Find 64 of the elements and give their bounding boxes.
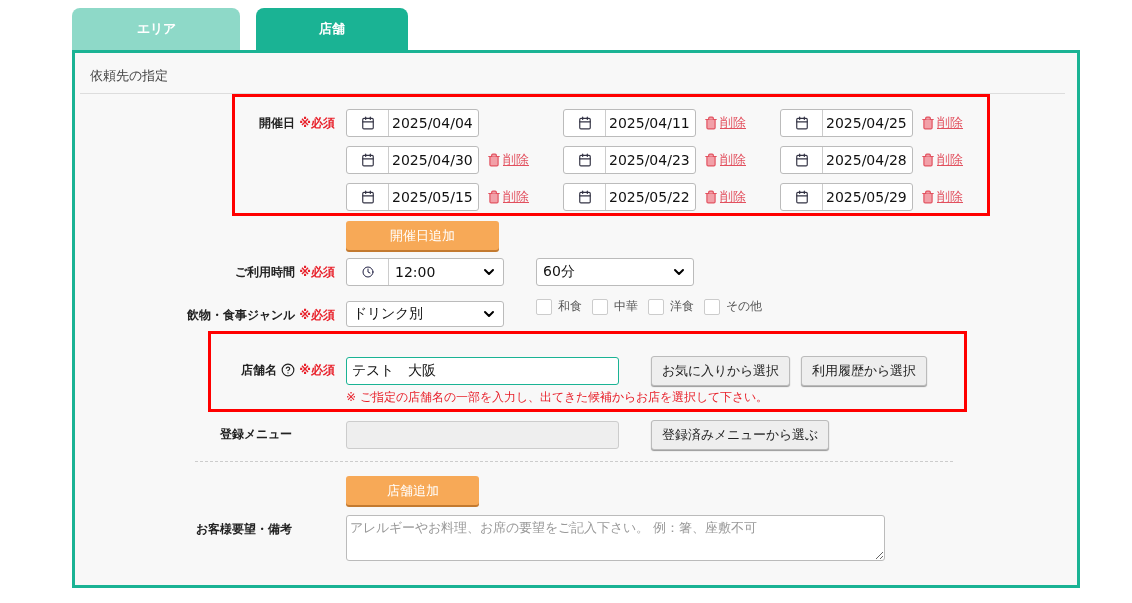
trash-icon xyxy=(921,190,935,204)
date-field[interactable]: 2025/04/25 xyxy=(780,109,913,137)
calendar-icon xyxy=(577,153,592,167)
date-field[interactable]: 2025/05/29 xyxy=(780,183,913,211)
section-title: 依頼先の指定 xyxy=(80,67,1065,94)
required-mark: ※必須 xyxy=(299,361,335,379)
field-label: お客様要望・備考 xyxy=(196,520,292,538)
date-field[interactable]: 2025/04/04 xyxy=(346,109,479,137)
hint-text: ※ ご指定の店舗名の一部を入力し、出てきた候補からお店を選択して下さい。 xyxy=(346,389,769,406)
trash-icon xyxy=(921,153,935,167)
calendar-icon xyxy=(360,190,375,204)
required-mark: ※必須 xyxy=(299,263,335,281)
delete-link[interactable]: 削除 xyxy=(921,114,963,132)
remarks-field[interactable]: アレルギーやお料理、お席の要望をご記入下さい。 例：箸、座敷不可 xyxy=(346,515,885,561)
trash-icon xyxy=(704,190,718,204)
date-field[interactable]: 2025/04/28 xyxy=(780,146,913,174)
favorites-button[interactable]: お気に入りから選択 xyxy=(651,356,790,386)
trash-icon xyxy=(704,116,718,130)
date-field[interactable]: 2025/04/30 xyxy=(346,146,479,174)
history-button[interactable]: 利用履歴から選択 xyxy=(801,356,927,386)
checkbox[interactable] xyxy=(648,298,664,315)
duration-select[interactable]: 60分 xyxy=(536,258,694,286)
checkbox-label: 和食 xyxy=(558,298,582,315)
shop-name-field[interactable]: テスト 大阪 xyxy=(346,357,619,385)
time-select[interactable]: 12:00 xyxy=(346,258,504,286)
field-label: 開催日 xyxy=(259,114,296,132)
date-field[interactable]: 2025/04/11 xyxy=(563,109,696,137)
delete-link[interactable]: 削除 xyxy=(704,114,746,132)
field-label: 登録メニュー xyxy=(220,425,292,443)
calendar-icon xyxy=(794,190,809,204)
required-mark: ※必須 xyxy=(299,114,335,132)
calendar-icon xyxy=(360,116,375,130)
help-icon[interactable] xyxy=(281,363,296,377)
checkbox-label: 中華 xyxy=(614,298,638,315)
date-field[interactable]: 2025/05/15 xyxy=(346,183,479,211)
delete-link[interactable]: 削除 xyxy=(921,151,963,169)
field-label: 飲物・食事ジャンル xyxy=(187,306,296,324)
calendar-icon xyxy=(577,116,592,130)
date-field[interactable]: 2025/04/23 xyxy=(563,146,696,174)
date-field[interactable]: 2025/05/22 xyxy=(563,183,696,211)
trash-icon xyxy=(921,116,935,130)
field-label: 店舗名 xyxy=(241,361,278,379)
checkbox[interactable] xyxy=(536,298,552,315)
trash-icon xyxy=(487,153,501,167)
delete-link[interactable]: 削除 xyxy=(487,151,529,169)
field-label: ご利用時間 xyxy=(235,263,296,281)
checkbox-label: 洋食 xyxy=(670,298,694,315)
calendar-icon xyxy=(360,153,375,167)
delete-link[interactable]: 削除 xyxy=(704,151,746,169)
registered-menu-button[interactable]: 登録済みメニューから選ぶ xyxy=(651,420,829,450)
drink-select[interactable]: ドリンク別 xyxy=(346,301,504,327)
checkbox[interactable] xyxy=(592,298,608,315)
calendar-icon xyxy=(577,190,592,204)
checkbox[interactable] xyxy=(704,298,720,315)
checkbox-label: その他 xyxy=(726,298,762,315)
calendar-icon xyxy=(794,116,809,130)
calendar-icon xyxy=(794,153,809,167)
required-mark: ※必須 xyxy=(299,306,335,324)
delete-link[interactable]: 削除 xyxy=(921,188,963,206)
trash-icon xyxy=(704,153,718,167)
delete-link[interactable]: 削除 xyxy=(487,188,529,206)
clock-icon xyxy=(361,266,374,278)
delete-link[interactable]: 削除 xyxy=(704,188,746,206)
trash-icon xyxy=(487,190,501,204)
